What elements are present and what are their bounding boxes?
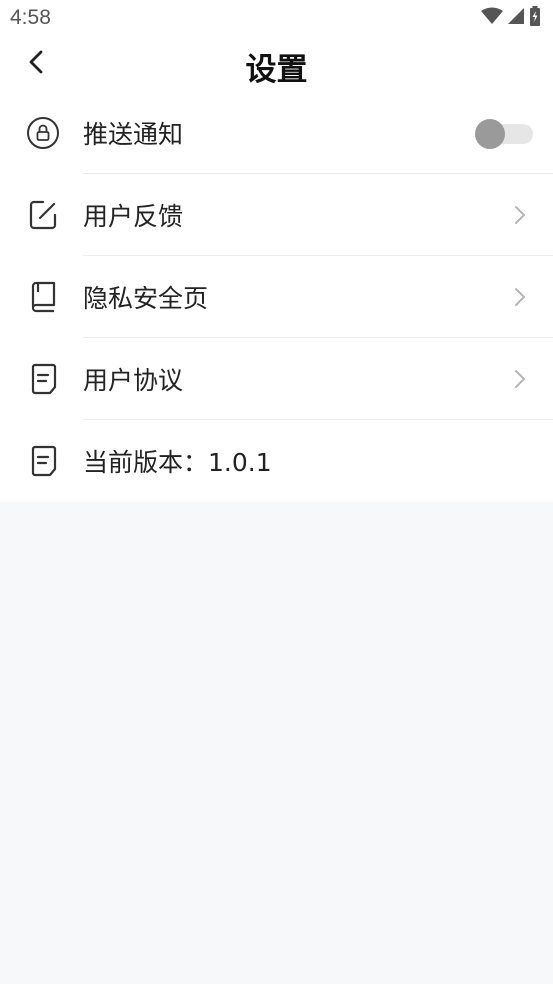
- status-time: 4:58: [10, 6, 51, 29]
- wifi-icon: [481, 7, 503, 29]
- lock-circle-icon: [26, 116, 60, 150]
- setting-label: 用户协议: [83, 366, 184, 395]
- chevron-right-icon: [513, 368, 527, 390]
- cellular-signal-icon: [507, 7, 525, 29]
- nav-bar: 设置: [0, 36, 553, 92]
- setting-user-agreement[interactable]: 用户协议: [0, 338, 553, 420]
- status-icons: [481, 6, 541, 30]
- settings-screen: 4:58 设置 推送通知 用户反馈 隐私安全页 用户协议 当前版本：1.0.1: [0, 0, 553, 984]
- toggle-knob: [475, 119, 505, 149]
- book-icon: [26, 280, 60, 314]
- page-title: 设置: [245, 52, 308, 88]
- setting-label: 推送通知: [83, 120, 184, 149]
- setting-label: 用户反馈: [83, 202, 184, 231]
- setting-push-notifications: 推送通知: [0, 92, 553, 174]
- settings-list: 推送通知 用户反馈 隐私安全页 用户协议 当前版本：1.0.1: [0, 92, 553, 502]
- setting-privacy-page[interactable]: 隐私安全页: [0, 256, 553, 338]
- status-bar: 4:58: [0, 0, 553, 36]
- version-label: 当前版本：1.0.1: [83, 448, 272, 477]
- document-icon: [26, 444, 60, 478]
- chevron-right-icon: [513, 286, 527, 308]
- edit-icon: [26, 198, 60, 232]
- push-notifications-toggle[interactable]: [475, 119, 533, 149]
- setting-current-version: 当前版本：1.0.1: [0, 420, 553, 502]
- battery-charging-icon: [529, 6, 541, 30]
- setting-label: 隐私安全页: [83, 284, 209, 313]
- document-icon: [26, 362, 60, 396]
- chevron-right-icon: [513, 204, 527, 226]
- setting-user-feedback[interactable]: 用户反馈: [0, 174, 553, 256]
